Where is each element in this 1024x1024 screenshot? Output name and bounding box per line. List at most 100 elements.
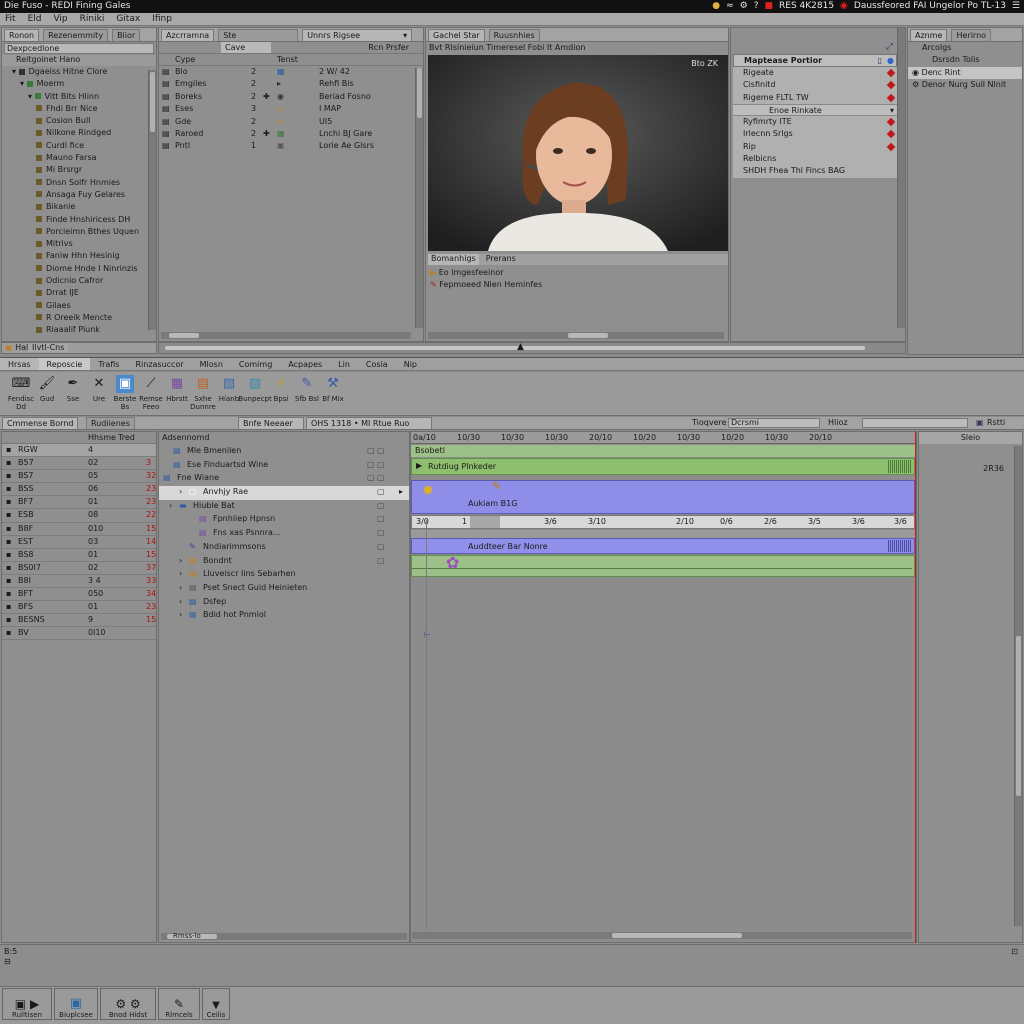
tree-item[interactable]: R Oreeik Mencte (4, 312, 156, 324)
help-icon[interactable]: ? (754, 1, 759, 11)
flower-effect-icon[interactable]: ✿ (446, 553, 459, 572)
marker-icon[interactable]: ⊢ (424, 630, 431, 639)
video-frame[interactable]: Bto ZK (428, 55, 728, 251)
tree-item[interactable]: Mauno Farsa (4, 152, 156, 164)
track-row[interactable]: › ▢ Anvhjy Rae ▢ ▸ (159, 486, 409, 500)
tree-item[interactable]: Odicnio Cafror (4, 275, 156, 287)
inspector-item[interactable]: Rigeate (733, 67, 897, 79)
tool-brush[interactable]: 🖌 Gud (34, 375, 60, 415)
tab-left-0[interactable]: Cmmense Bornd (2, 417, 79, 429)
viewer-timebar-track[interactable] (165, 346, 865, 350)
left-list-row[interactable]: ▪ ESB 08 22 (2, 509, 156, 523)
track-toggle-icon[interactable]: ▢ (377, 486, 385, 498)
power-icon[interactable]: ● (712, 1, 720, 11)
tab-timeline-6[interactable]: Acpapes (280, 358, 330, 370)
play-icon[interactable]: ▶ (416, 461, 422, 470)
media-bin-hscroll[interactable] (161, 332, 411, 339)
playhead-line[interactable] (915, 431, 916, 943)
left-list-row[interactable]: ▪ BS7 05 32 (2, 470, 156, 484)
timeline-vscroll[interactable] (1014, 446, 1022, 926)
wifi-icon[interactable]: ≈ (726, 1, 734, 11)
inspector-item[interactable]: Rigeme FLTL TW (733, 92, 897, 104)
media-bin-scrollbar[interactable] (415, 68, 423, 328)
bottom-cells-button[interactable]: ▼ Ceilis (202, 988, 230, 1020)
track-row[interactable]: ✎ Nndiarimmsons ▢ (159, 541, 409, 555)
tree-item[interactable]: Faniw Hhn Hesinig (4, 250, 156, 262)
left-list-row[interactable]: ▪ B8I 3 4 33 (2, 575, 156, 589)
menu-icon[interactable]: ☰ (1012, 1, 1020, 11)
left-list-row[interactable]: ▪ BSS 06 23 (2, 483, 156, 497)
tab-markers[interactable]: Bomanhigs (428, 254, 479, 265)
tool-wand[interactable]: ⚡ Bpsi (268, 375, 294, 415)
column-type[interactable]: Cype (175, 54, 195, 65)
info-icon[interactable]: ▯ (878, 55, 882, 66)
audio-track-3[interactable]: ✿ (411, 553, 915, 577)
tool-knife[interactable]: ⟋ Remse Feeo (138, 375, 164, 415)
media-row[interactable]: ▤ Gde 2 ▭ UI5 (159, 116, 423, 128)
right-item[interactable]: Dsrsdn Tolis (908, 54, 1022, 66)
tab-params[interactable]: Prerans (483, 254, 683, 265)
tool-picture[interactable]: ▨ Bunpecpt (238, 375, 271, 415)
timeline-search-input[interactable]: Dcrsmi (728, 418, 820, 428)
inspector-item[interactable]: SHDH Fhea Thl Fincs BAG (733, 165, 897, 177)
tab-right-2[interactable]: Herirno (951, 28, 992, 41)
right-item-selected[interactable]: ⚙ Denor Nurg Suil Nlnit (908, 79, 1022, 91)
left-list-row[interactable]: ▪ B8F 010 15 (2, 523, 156, 536)
track-row[interactable]: ▤ Ese Finduartsd Wine ▢ ▢ (159, 459, 409, 473)
tab-timeline-7[interactable]: Lin (330, 358, 358, 370)
menu-file[interactable]: Fit (5, 14, 16, 24)
track-toggle-icon[interactable]: ▢ (377, 541, 385, 553)
bottom-duplicate-button[interactable]: ▣ Biuplcsee (54, 988, 98, 1020)
tab-mid-1[interactable]: OHS 1318 • MI Rtue Ruo (306, 417, 432, 429)
left-list-row[interactable]: ▪ BS0I7 02 37 (2, 562, 156, 575)
tab-mid-0[interactable]: Bnfe Neeaer (238, 417, 304, 429)
audio-track-1[interactable]: ▶ Rutdiug Plnkeder (411, 458, 915, 475)
viewer-timebar[interactable]: ▲ (158, 342, 906, 354)
tree-item[interactable]: ▾ Moerm (4, 78, 156, 90)
media-row[interactable]: ▤ Pntl 1 ▣ Lorie Ae Glsrs (159, 140, 423, 152)
tab-left-1[interactable]: Rudiienes (86, 417, 135, 429)
track-toggle-icon[interactable]: ▢ (377, 445, 385, 457)
left-list-row[interactable]: ▪ BESNS 9 15 (2, 614, 156, 628)
bottom-bond-button[interactable]: ⚙ ⚙ Bnod Hidst (100, 988, 156, 1020)
tree-item[interactable]: Gilaes (4, 300, 156, 312)
right-item[interactable]: Arcolgs (908, 42, 1022, 54)
track-row[interactable]: ▤ Fpnhiiep Hpnsn ▢ (159, 513, 409, 527)
track-toggle-icon[interactable]: ▢ (367, 459, 375, 471)
track-row[interactable]: › ▤ Pset Snect Guid Heinieten (159, 582, 409, 596)
expand-icon[interactable]: ⤢ (886, 42, 893, 52)
record-icon[interactable]: ■ (764, 1, 773, 11)
bottom-render-button[interactable]: ▣ ▶ Rulltisen (2, 988, 52, 1020)
inspector-item[interactable]: Rip (733, 141, 897, 153)
sun-effect-icon[interactable]: ✹ (422, 483, 434, 499)
tab-right-1[interactable]: Aznme (910, 28, 948, 41)
tab-project[interactable]: Ronon (4, 28, 40, 41)
left-list-row[interactable]: ▪ BS8 01 15 (2, 549, 156, 562)
track-toggle-icon[interactable]: ▢ (377, 555, 385, 567)
viewer-hscroll[interactable] (428, 332, 724, 339)
track-toggle-icon[interactable]: ▢ (367, 472, 375, 484)
tree-item[interactable]: Diome Hnde I Ninrinzis (4, 263, 156, 275)
settings-icon[interactable]: ⚙ (740, 1, 748, 11)
column-text[interactable]: Tenst (277, 54, 298, 65)
tab-audio[interactable]: Ste (218, 28, 299, 41)
tree-item[interactable]: ▾ Vitt Bits Hlinn (4, 91, 156, 103)
left-list-row[interactable]: ▪ B57 02 3 (2, 457, 156, 471)
timeline-hscroll[interactable] (412, 932, 912, 939)
tab-browser[interactable]: Rezenemmity (43, 28, 109, 41)
menu-mark[interactable]: Riniki (80, 14, 105, 24)
inspector-item[interactable]: Ryfimrty ITE (733, 116, 897, 128)
tab-timeline-9[interactable]: Nip (396, 358, 425, 370)
audio-track-2[interactable]: Auddteer Bar Nonre (411, 538, 915, 554)
inspector-item[interactable]: Cisfinitd (733, 79, 897, 91)
tool-cross[interactable]: ✕ Ure (86, 375, 112, 415)
track-row[interactable]: ›▤Fne Wiane▢▢ (159, 472, 409, 486)
media-row[interactable]: ▤ Boreks 2 ✚ ◉ Beriad Fosno (159, 91, 423, 103)
tab-source[interactable]: Ruusnhies (488, 28, 540, 41)
tree-item[interactable]: Cosion Bull (4, 115, 156, 127)
volume-line[interactable] (412, 568, 912, 569)
tab-viewer[interactable]: Gachel Star (428, 28, 485, 41)
track-row[interactable]: › ▤ Lluveiscr Iins Sebarhen (159, 568, 409, 582)
folder-icon[interactable]: ▣ (5, 343, 15, 352)
tool-keyboard[interactable]: ⌨ Fendisc Dd (8, 375, 34, 415)
